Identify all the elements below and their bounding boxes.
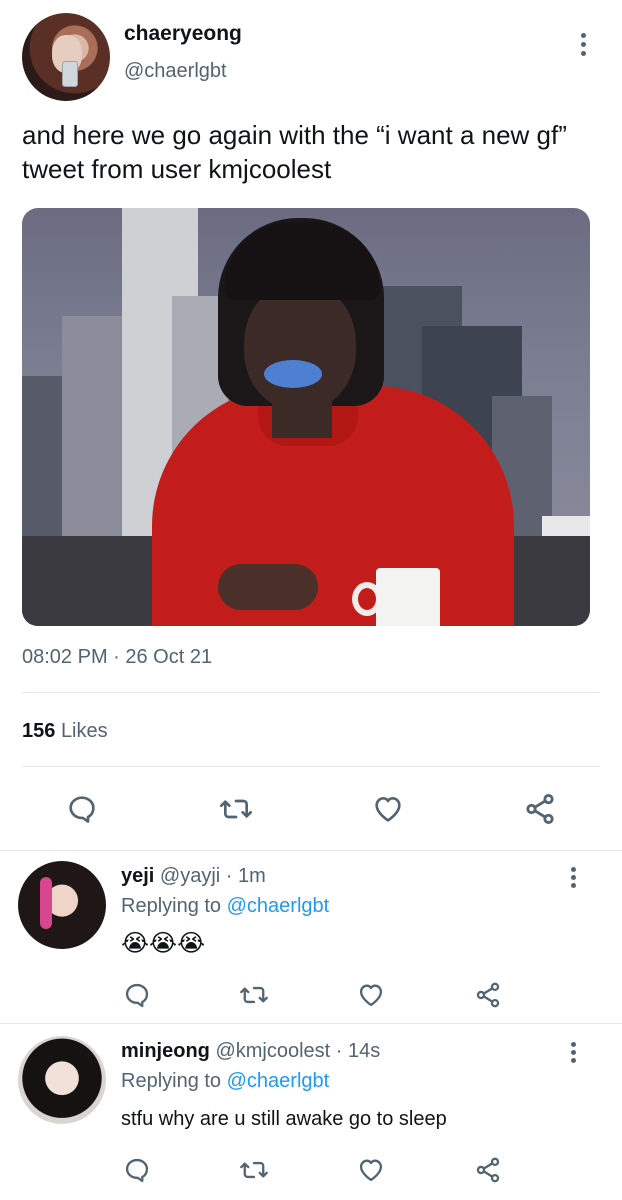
likes-row[interactable]: 156 Likes <box>22 720 108 743</box>
reply-header: minjeong @kmjcoolest · 14s <box>121 1040 380 1063</box>
author-display-name[interactable]: chaeryeong <box>124 22 242 46</box>
reply-time: · 1m <box>225 865 266 887</box>
replying-to-mention[interactable]: @chaerlgbt <box>227 895 330 917</box>
reply-action-bar <box>0 975 622 1015</box>
tweet-text: and here we go again with the “i want a … <box>22 120 567 184</box>
tweet-media-image[interactable] <box>22 208 590 626</box>
reply-author-handle[interactable]: @kmjcoolest <box>215 1040 330 1062</box>
reply-text: 😭😭😭 <box>121 930 206 957</box>
reply-action-bar <box>0 1150 622 1190</box>
like-icon[interactable] <box>368 789 408 829</box>
tweet-action-bar <box>0 789 622 829</box>
author-avatar[interactable] <box>22 13 110 101</box>
reply-icon[interactable] <box>117 975 157 1015</box>
avatar[interactable] <box>18 861 106 949</box>
reply-author-name[interactable]: minjeong <box>121 1040 210 1062</box>
tweet-timestamp[interactable]: 08:02 PM · 26 Oct 21 <box>22 646 212 669</box>
reply-header: yeji @yayji · 1m <box>121 865 266 888</box>
reply-icon[interactable] <box>117 1150 157 1190</box>
replying-to-label: Replying to <box>121 895 222 917</box>
divider <box>22 766 600 767</box>
replying-to: Replying to @chaerlgbt <box>121 895 329 918</box>
share-icon[interactable] <box>468 1150 508 1190</box>
replying-to: Replying to @chaerlgbt <box>121 1070 329 1093</box>
author-handle[interactable]: @chaerlgbt <box>124 60 227 83</box>
replying-to-label: Replying to <box>121 1070 222 1092</box>
reply-item[interactable]: yeji @yayji · 1m Replying to @chaerlgbt … <box>0 851 622 1023</box>
tweet-header: chaeryeong @chaerlgbt <box>0 0 622 110</box>
share-icon[interactable] <box>468 975 508 1015</box>
reply-item[interactable]: minjeong @kmjcoolest · 14s Replying to @… <box>0 1024 622 1200</box>
reply-icon[interactable] <box>62 789 102 829</box>
likes-count: 156 <box>22 720 56 742</box>
like-icon[interactable] <box>351 1150 391 1190</box>
more-options-icon[interactable] <box>564 865 584 893</box>
reply-author-handle[interactable]: @yayji <box>160 865 220 887</box>
reply-author-name[interactable]: yeji <box>121 865 154 887</box>
likes-label: Likes <box>60 720 108 742</box>
like-icon[interactable] <box>351 975 391 1015</box>
share-icon[interactable] <box>520 789 560 829</box>
more-options-icon[interactable] <box>564 1040 584 1068</box>
avatar[interactable] <box>18 1036 106 1124</box>
reply-time: · 14s <box>335 1040 381 1062</box>
more-options-icon[interactable] <box>572 30 596 60</box>
retweet-icon[interactable] <box>234 1150 274 1190</box>
retweet-icon[interactable] <box>216 789 256 829</box>
replying-to-mention[interactable]: @chaerlgbt <box>227 1070 330 1092</box>
reply-text: stfu why are u still awake go to sleep <box>121 1108 447 1130</box>
divider <box>22 692 600 693</box>
retweet-icon[interactable] <box>234 975 274 1015</box>
